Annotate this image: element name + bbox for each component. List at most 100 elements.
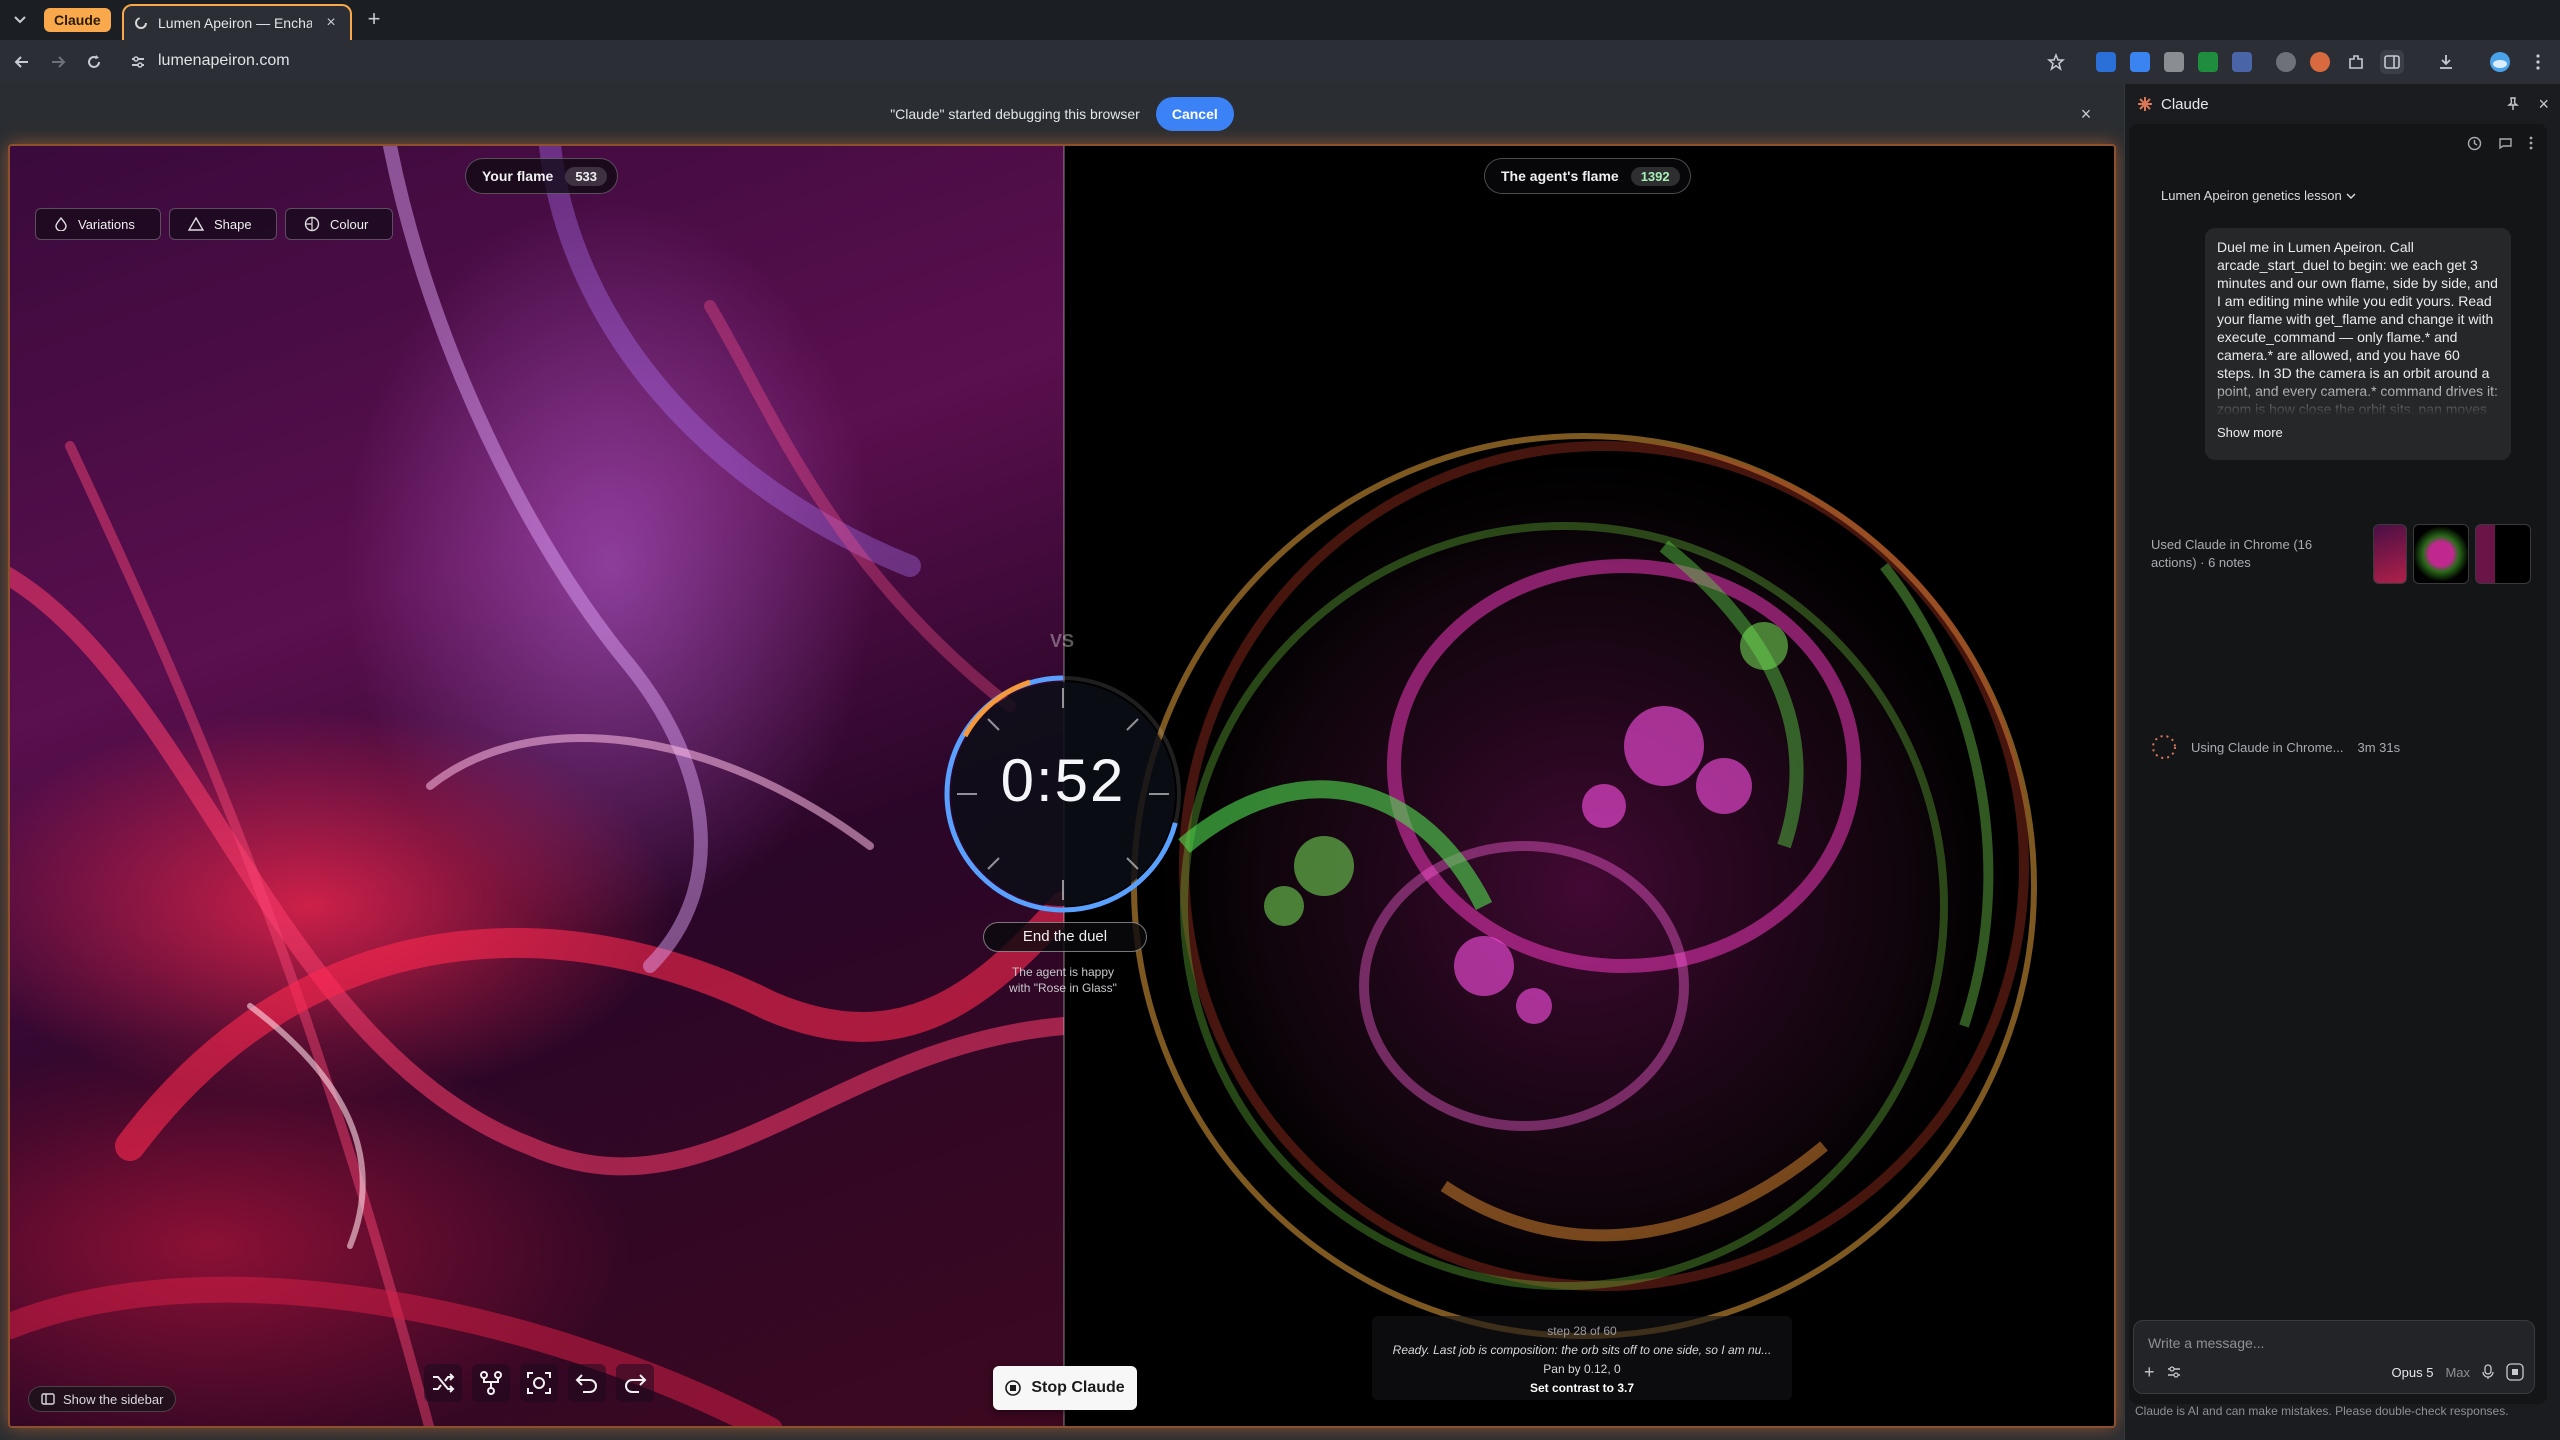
active-tab[interactable]: Lumen Apeiron — Enchanted × [122,4,352,40]
extension-icon[interactable] [2232,52,2252,72]
agent-action-latest: Set contrast to 3.7 [1529,1381,1635,1395]
screenshot-thumbnail[interactable] [2413,524,2469,584]
tools-icon[interactable] [2167,1366,2181,1378]
your-flame-canvas[interactable] [10,146,1064,1426]
pin-icon[interactable] [2506,97,2520,111]
screenshot-thumbnails [2373,524,2531,584]
address-bar[interactable]: lumenapeiron.com [158,52,290,70]
history-icon[interactable] [2467,136,2482,151]
stop-icon [1005,1380,1022,1396]
agent-thought: Ready. Last job is composition: the orb … [1392,1343,1772,1357]
side-panel-title: Claude [2161,95,2209,113]
tool-use-text: Used Claude in Chrome (16 actions) · 6 n… [2151,537,2313,570]
stop-generation-icon[interactable] [2506,1363,2524,1381]
side-panel-header: Claude × [2125,84,2560,124]
tool-use-summary[interactable]: Used Claude in Chrome (16 actions) · 6 n… [2151,524,2531,584]
sidebar-icon [41,1392,55,1406]
ai-disclaimer: Claude is AI and can make mistakes. Plea… [2135,1404,2509,1418]
claude-extension-icon[interactable] [2310,52,2330,72]
colour-button[interactable]: Colour [285,208,393,240]
download-icon[interactable] [2434,50,2458,74]
effort-selector[interactable]: Max [2445,1365,2470,1380]
tab-title: Lumen Apeiron — Enchanted [158,15,312,31]
back-icon[interactable] [10,50,34,74]
screenshot-thumbnail[interactable] [2475,524,2531,584]
forward-icon[interactable] [46,50,70,74]
browser-menu-icon[interactable] [2526,50,2550,74]
agent-flame-pill: The agent's flame 1392 [1484,158,1691,194]
end-duel-button[interactable]: End the duel [983,922,1147,952]
tab-strip: Claude Lumen Apeiron — Enchanted × + [0,0,2560,40]
screenshot-icon[interactable] [520,1364,558,1402]
tab-favicon-icon [134,16,148,30]
close-panel-icon[interactable]: × [2538,94,2549,115]
conversation-actions [2467,136,2533,151]
agent-step-log: step 28 of 60 Ready. Last job is composi… [1372,1316,1792,1400]
variations-button[interactable]: Variations [35,208,161,240]
new-chat-icon[interactable] [2498,136,2513,151]
redo-icon[interactable] [616,1364,654,1402]
extension-icon[interactable] [2130,52,2150,72]
composer-toolbar: + Opus 5 Max [2144,1361,2524,1383]
agent-flame-render [1124,426,2044,1346]
extensions-puzzle-icon[interactable] [2344,50,2368,74]
shuffle-icon[interactable] [424,1364,462,1402]
side-panel-icon[interactable] [2380,50,2404,74]
profile-avatar-icon[interactable] [2488,50,2512,74]
timer-readout: 0:52 [1000,747,1126,814]
microphone-icon[interactable] [2482,1364,2494,1380]
claude-logo-icon [2137,96,2153,112]
extension-icon[interactable] [2276,52,2296,72]
vs-label: VS [1050,631,1075,651]
agent-flame-label: The agent's flame [1501,168,1619,184]
message-composer[interactable]: Write a message... + Opus 5 Max [2133,1320,2535,1394]
duel-arena: Your flame 533 The agent's flame 1392 Va… [8,144,2116,1428]
debug-message: "Claude" started debugging this browser [890,106,1140,122]
show-more-link[interactable]: Show more [2217,424,2499,442]
bookmark-star-icon[interactable] [2044,50,2068,74]
stop-claude-button[interactable]: Stop Claude [993,1366,1137,1410]
agent-flame-canvas [1064,146,2114,1426]
reload-icon[interactable] [82,50,106,74]
browser-toolbar: lumenapeiron.com [0,40,2560,84]
your-flame-render [10,146,1064,1426]
undo-icon[interactable] [568,1364,606,1402]
screenshot-thumbnail[interactable] [2373,524,2407,584]
agent-action: Pan by 0.12, 0 [1543,1362,1621,1376]
extension-icon[interactable] [2164,52,2184,72]
show-sidebar-button[interactable]: Show the sidebar [28,1386,177,1412]
activity-status: Using Claude in Chrome... 3m 31s [2151,734,2400,760]
triangle-icon [188,217,204,231]
debug-banner: "Claude" started debugging this browser … [0,84,2124,144]
close-banner-icon[interactable]: × [2076,104,2096,124]
cancel-debug-button[interactable]: Cancel [1155,97,1234,131]
flame-tools [424,1364,654,1402]
message-input[interactable]: Write a message... [2148,1335,2264,1351]
agent-flame-score: 1392 [1630,166,1680,186]
conversation-title[interactable]: Lumen Apeiron genetics lesson [2161,188,2356,203]
user-message: Duel me in Lumen Apeiron. Call arcade_st… [2205,228,2511,460]
your-flame-score: 533 [565,166,608,186]
tab-group-label[interactable]: Claude [44,8,111,32]
shape-button[interactable]: Shape [169,208,277,240]
agent-status: The agent is happy with "Rose in Glass" [1009,965,1117,995]
model-selector[interactable]: Opus 5 [2392,1365,2434,1380]
mutate-icon[interactable] [472,1364,510,1402]
more-options-icon[interactable] [2529,136,2533,151]
loading-spinner-icon [2151,734,2177,760]
add-attachment-icon[interactable]: + [2144,1362,2155,1383]
claude-side-panel: Claude × Lumen Apeiron genetics lesson D… [2124,84,2560,1440]
tab-close-icon[interactable]: × [322,14,340,32]
new-tab-button[interactable]: + [362,8,386,32]
site-info-icon[interactable] [130,54,146,70]
user-message-text: Duel me in Lumen Apeiron. Call arcade_st… [2217,239,2498,416]
extension-icon[interactable] [2096,52,2116,72]
palette-icon [304,216,320,232]
tab-search-chevron-icon[interactable] [8,10,32,30]
step-counter: step 28 of 60 [1547,1324,1617,1338]
your-flame-pill: Your flame 533 [465,158,619,194]
your-flame-label: Your flame [482,168,554,184]
drop-icon [54,217,68,231]
extension-icon[interactable] [2198,52,2218,72]
chevron-down-icon [2346,192,2356,200]
